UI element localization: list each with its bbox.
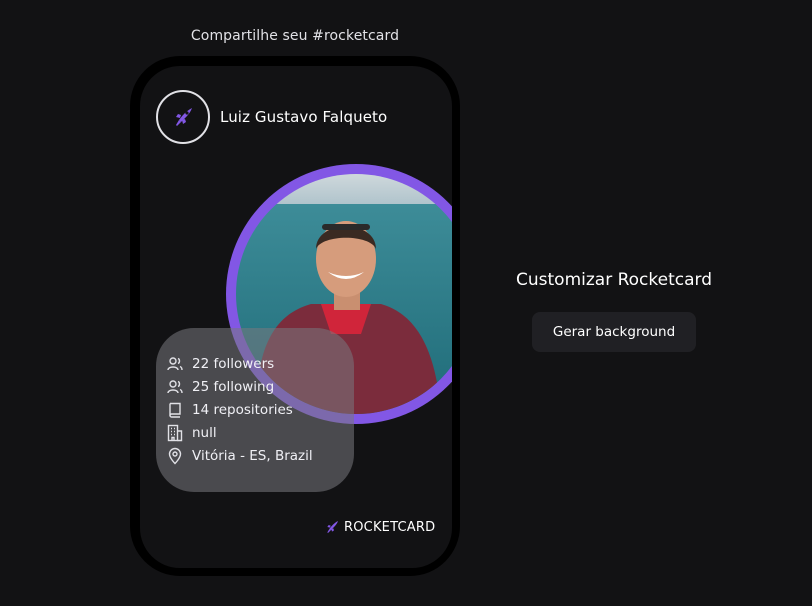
- followers-icon: [166, 355, 184, 373]
- stat-location: Vitória - ES, Brazil: [166, 444, 313, 467]
- stat-label: null: [192, 424, 217, 441]
- rocket-icon: [327, 521, 338, 533]
- user-name: Luiz Gustavo Falqueto: [220, 108, 388, 126]
- rocket-logo: [156, 90, 210, 144]
- stat-company: null: [166, 421, 313, 444]
- following-icon: [166, 378, 184, 396]
- rocketcard-frame: Luiz Gustavo Falqueto 22 followers 25 fo…: [130, 56, 460, 576]
- stat-label: 22 followers: [192, 355, 275, 372]
- rocketcard-brand: ROCKETCARD: [322, 516, 435, 538]
- brand-label: ROCKETCARD: [344, 519, 436, 535]
- rocketcard: Luiz Gustavo Falqueto 22 followers 25 fo…: [140, 66, 452, 568]
- stat-followers: 22 followers: [166, 352, 313, 375]
- repository-icon: [166, 401, 184, 419]
- location-icon: [166, 447, 184, 465]
- stat-label: 25 following: [192, 378, 275, 395]
- profile-header: Luiz Gustavo Falqueto: [156, 90, 387, 144]
- stat-repositories: 14 repositories: [166, 398, 313, 421]
- generate-background-button[interactable]: Gerar background: [532, 312, 696, 352]
- share-caption: Compartilhe seu #rocketcard: [190, 28, 400, 44]
- page: Compartilhe seu #rocketcard Luiz Gustavo…: [0, 0, 812, 606]
- company-icon: [166, 424, 184, 442]
- customize-title: Customizar Rocketcard: [516, 270, 712, 290]
- stats-panel: 22 followers 25 following 14 repositorie…: [156, 328, 354, 492]
- stat-following: 25 following: [166, 375, 313, 398]
- stat-label: Vitória - ES, Brazil: [192, 447, 313, 464]
- stats-list: 22 followers 25 following 14 repositorie…: [166, 352, 313, 467]
- rocket-icon: [176, 108, 192, 126]
- stat-label: 14 repositories: [192, 401, 293, 418]
